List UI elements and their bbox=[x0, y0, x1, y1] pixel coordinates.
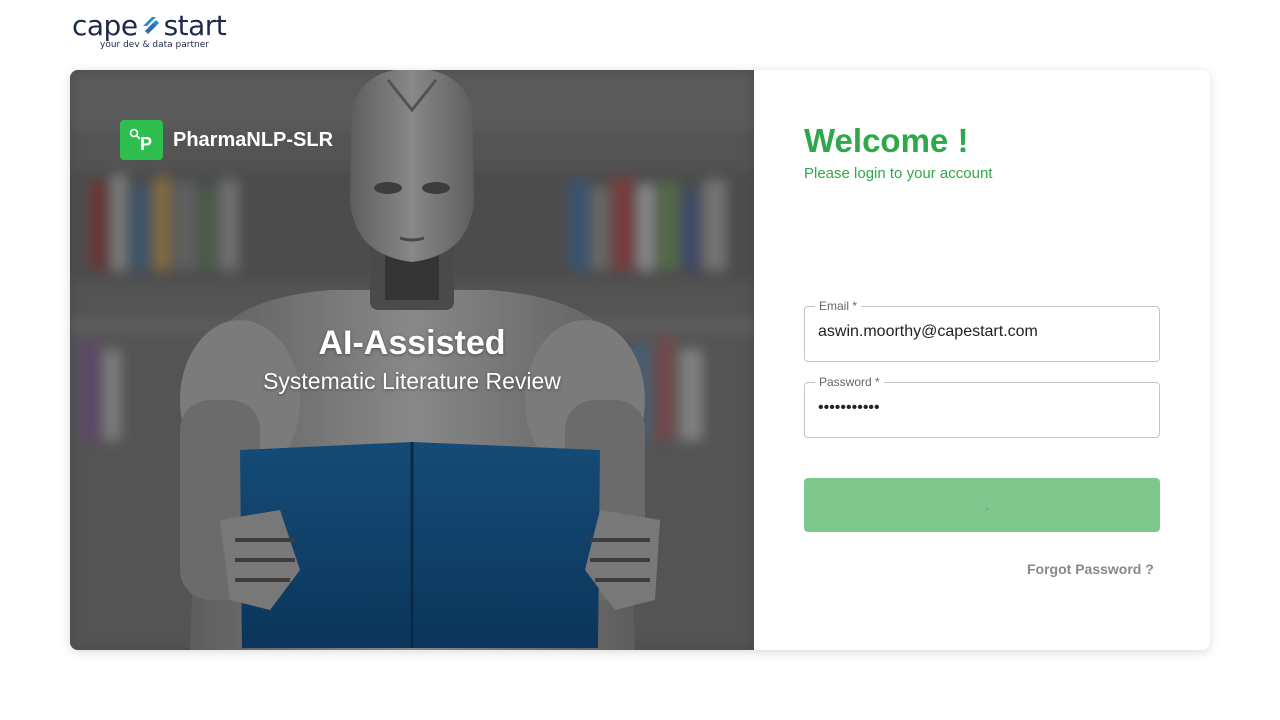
hero-subtitle: Systematic Literature Review bbox=[263, 368, 561, 394]
pharmanlp-brand: P PharmaNLP-SLR bbox=[120, 120, 333, 160]
logo-tagline: your dev & data partner bbox=[100, 40, 209, 50]
loading-spinner-icon bbox=[986, 508, 988, 510]
capestart-logo: cape start your dev & data partner bbox=[72, 9, 227, 56]
hero-title: AI-Assisted bbox=[318, 324, 506, 362]
password-field[interactable]: Password * bbox=[804, 375, 1160, 438]
email-label: Email * bbox=[815, 299, 862, 313]
welcome-heading: Welcome ! bbox=[804, 122, 969, 159]
capestart-mark-icon bbox=[142, 17, 159, 34]
logo-word-right: start bbox=[163, 9, 227, 42]
password-input[interactable] bbox=[818, 399, 1148, 417]
login-button[interactable] bbox=[804, 478, 1160, 532]
login-card: P PharmaNLP-SLR AI-Assisted Systematic L… bbox=[70, 70, 1210, 650]
pharmanlp-logo-icon: P bbox=[120, 120, 163, 160]
hero-panel: P PharmaNLP-SLR AI-Assisted Systematic L… bbox=[70, 70, 754, 650]
forgot-password-link[interactable]: Forgot Password ? bbox=[1027, 561, 1154, 577]
brand-name: PharmaNLP-SLR bbox=[173, 128, 334, 151]
welcome-subtitle: Please login to your account bbox=[804, 165, 993, 182]
logo-word-left: cape bbox=[72, 9, 138, 42]
brand-initial: P bbox=[140, 134, 152, 153]
email-field[interactable]: Email * bbox=[804, 299, 1160, 362]
password-label: Password * bbox=[815, 375, 884, 389]
login-panel: Welcome ! Please login to your account E… bbox=[754, 70, 1210, 650]
email-input[interactable] bbox=[818, 323, 1148, 341]
